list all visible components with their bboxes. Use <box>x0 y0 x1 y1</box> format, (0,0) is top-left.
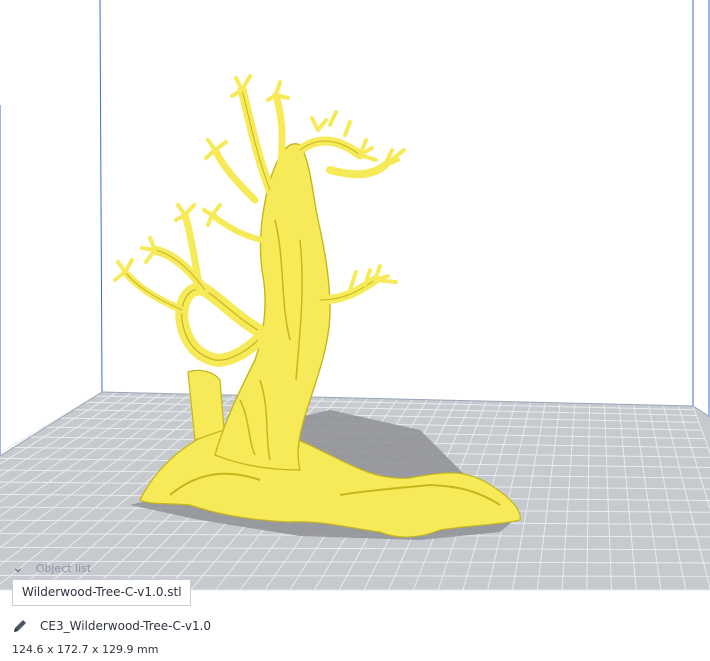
object-dimensions: 124.6 x 172.7 x 129.9 mm <box>12 643 159 656</box>
object-name-row: CE3_Wilderwood-Tree-C-v1.0 <box>12 617 211 635</box>
file-name-text: Wilderwood-Tree-C-v1.0.stl <box>22 585 182 599</box>
volume-edge-left <box>99 0 103 393</box>
pencil-icon[interactable] <box>12 618 28 634</box>
chevron-down-icon[interactable]: ⌄ <box>12 561 24 575</box>
file-name-field[interactable]: Wilderwood-Tree-C-v1.0.stl <box>12 579 191 606</box>
object-name: CE3_Wilderwood-Tree-C-v1.0 <box>40 619 212 633</box>
object-list-header[interactable]: ⌄ Object list <box>12 560 91 576</box>
object-list-label: Object list <box>35 561 92 575</box>
